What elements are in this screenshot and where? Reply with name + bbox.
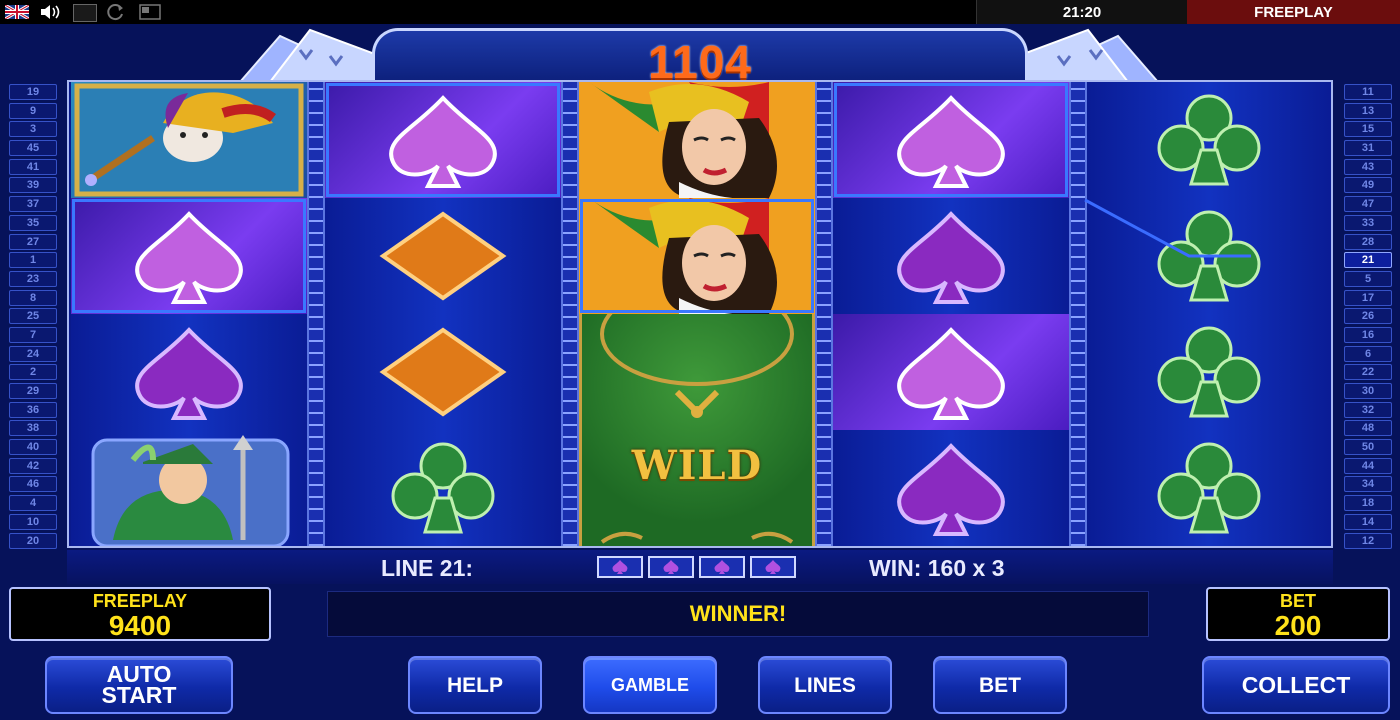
line-number-right[interactable]: 47 <box>1344 196 1392 213</box>
blank-icon[interactable] <box>73 4 97 22</box>
bet-button[interactable]: BET <box>933 656 1067 714</box>
status-message: WINNER! <box>327 591 1149 637</box>
win-line <box>1084 198 1251 258</box>
winning-symbols <box>597 556 796 578</box>
line-number-left[interactable]: 19 <box>9 84 57 100</box>
line-number-left[interactable]: 1 <box>9 252 57 269</box>
top-bar: 21:20 FREEPLAY <box>0 0 1400 24</box>
line-number-right[interactable]: 49 <box>1344 177 1392 194</box>
line-number-left[interactable]: 41 <box>9 158 57 175</box>
line-number-right[interactable]: 43 <box>1344 158 1392 175</box>
line-number-left[interactable]: 45 <box>9 140 57 157</box>
line-number-right[interactable]: 6 <box>1344 345 1392 362</box>
auto-start-button[interactable]: AUTO START <box>45 656 233 714</box>
line-number-left[interactable]: 7 <box>9 326 57 343</box>
line-number-right[interactable]: 33 <box>1344 214 1392 231</box>
line-number-right[interactable]: 48 <box>1344 420 1392 437</box>
bet-label: BET <box>1280 591 1316 611</box>
line-number-right[interactable]: 34 <box>1344 476 1392 493</box>
line-number-left[interactable]: 3 <box>9 121 57 138</box>
bet-meter: BET 200 <box>1206 587 1390 641</box>
line-number-left[interactable]: 39 <box>9 177 57 194</box>
line-number-right[interactable]: 17 <box>1344 289 1392 306</box>
counter-panel: 1104 <box>372 28 1028 88</box>
line-number-right[interactable]: 18 <box>1344 495 1392 512</box>
uk-flag-icon[interactable] <box>5 5 29 19</box>
gamble-button[interactable]: GAMBLE <box>583 656 717 714</box>
freeplay-meter: FREEPLAY 9400 <box>9 587 271 641</box>
mini-spade-icon <box>699 556 745 578</box>
mini-spade-icon <box>750 556 796 578</box>
line-label: LINE 21: <box>381 555 474 581</box>
line-number-left[interactable]: 2 <box>9 364 57 381</box>
line-number-left[interactable]: 36 <box>9 401 57 418</box>
line-number-left[interactable]: 46 <box>9 476 57 493</box>
help-button[interactable]: HELP <box>408 656 542 714</box>
window-icon[interactable] <box>138 3 162 21</box>
mini-spade-icon <box>648 556 694 578</box>
freeplay-value: 9400 <box>108 610 172 641</box>
line-number-right[interactable]: 21 <box>1344 252 1392 269</box>
line-number-left[interactable]: 35 <box>9 214 57 231</box>
card-fan-right-decoration <box>1018 26 1158 82</box>
line-number-right[interactable]: 16 <box>1344 326 1392 343</box>
line-number-right[interactable]: 31 <box>1344 140 1392 157</box>
clock-display: 21:20 <box>976 0 1187 24</box>
card-fan-left-decoration <box>240 26 380 82</box>
refresh-icon[interactable] <box>104 3 128 21</box>
line-number-right[interactable]: 12 <box>1344 532 1392 549</box>
line-number-left[interactable]: 10 <box>9 513 57 530</box>
line-number-left[interactable]: 42 <box>9 457 57 474</box>
line-number-left[interactable]: 40 <box>9 439 57 456</box>
line-number-right[interactable]: 15 <box>1344 121 1392 138</box>
line-numbers-left: 19 9 3 45 41 39 37 35 27 1 23 8 25 7 24 2 29 36 38 40 42 46 4 1… <box>9 84 57 551</box>
mode-label: FREEPLAY <box>1187 0 1400 24</box>
line-number-right[interactable]: 44 <box>1344 457 1392 474</box>
win-label: WIN: 160 x 3 <box>869 555 1005 581</box>
line-number-right[interactable]: 28 <box>1344 233 1392 250</box>
reel-area: WILD <box>67 80 1333 548</box>
line-number-right[interactable]: 32 <box>1344 401 1392 418</box>
line-number-left[interactable]: 25 <box>9 308 57 325</box>
line-number-left[interactable]: 24 <box>9 345 57 362</box>
line-number-left[interactable]: 9 <box>9 102 57 119</box>
bet-value: 200 <box>1274 610 1322 641</box>
mini-spade-icon <box>597 556 643 578</box>
line-number-left[interactable]: 29 <box>9 383 57 399</box>
line-number-right[interactable]: 13 <box>1344 102 1392 119</box>
line-number-left[interactable]: 8 <box>9 289 57 306</box>
line-number-right[interactable]: 22 <box>1344 364 1392 381</box>
lines-button[interactable]: LINES <box>758 656 892 714</box>
speaker-icon[interactable] <box>38 3 62 21</box>
line-number-right[interactable]: 30 <box>1344 383 1392 399</box>
line-info-strip: LINE 21: WIN: 160 x 3 <box>67 550 1333 584</box>
line-number-right[interactable]: 50 <box>1344 439 1392 456</box>
line-number-left[interactable]: 4 <box>9 495 57 512</box>
line-number-left[interactable]: 37 <box>9 196 57 213</box>
line-number-right[interactable]: 14 <box>1344 513 1392 530</box>
line-number-right[interactable]: 11 <box>1344 84 1392 100</box>
line-numbers-right: 11 13 15 31 43 49 47 33 28 21 5 17 26 16 6 22 30 32 48 50 44… <box>1344 84 1392 551</box>
line-number-left[interactable]: 23 <box>9 270 57 287</box>
line-number-right[interactable]: 5 <box>1344 270 1392 287</box>
line-number-left[interactable]: 38 <box>9 420 57 437</box>
line-number-right[interactable]: 26 <box>1344 308 1392 325</box>
freeplay-label: FREEPLAY <box>92 591 188 611</box>
collect-button[interactable]: COLLECT <box>1202 656 1390 714</box>
line-number-left[interactable]: 27 <box>9 233 57 250</box>
line-number-left[interactable]: 20 <box>9 532 57 549</box>
